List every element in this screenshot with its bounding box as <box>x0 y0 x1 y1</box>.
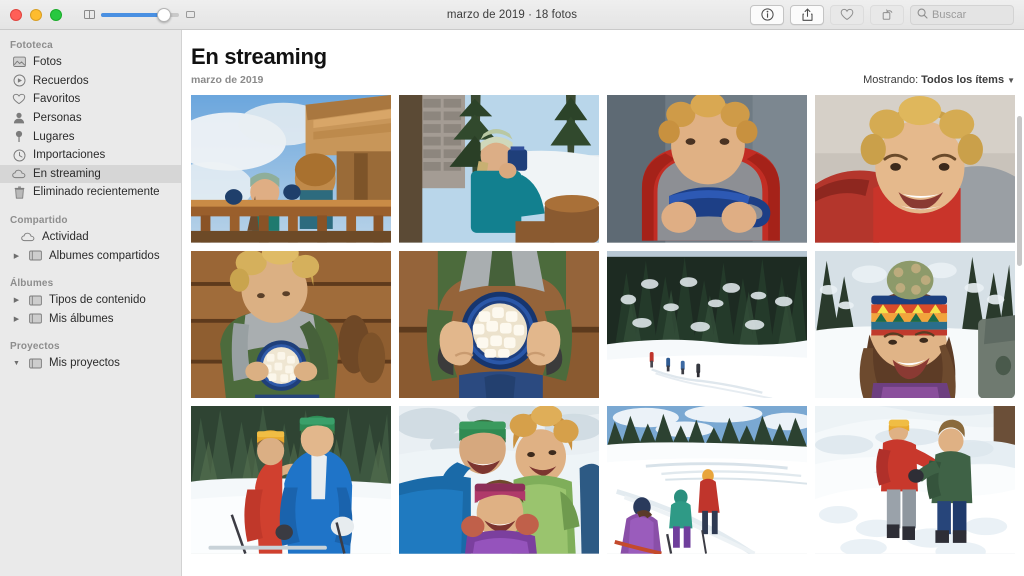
search-icon <box>917 8 928 22</box>
sidebar-item-albumes-compartidos[interactable]: ▶ Álbumes compartidos <box>0 246 181 265</box>
sidebar-item-importaciones[interactable]: Importaciones <box>0 146 181 165</box>
sidebar-item-recuerdos[interactable]: Recuerdos <box>0 72 181 91</box>
photo-grid <box>191 95 1015 554</box>
sidebar-item-eliminado-recientemente[interactable]: Eliminado recientemente <box>0 183 181 202</box>
sidebar-section-header: Proyectos <box>10 341 60 353</box>
filter-dropdown[interactable]: Mostrando: Todos los ítems ▼ <box>863 74 1015 86</box>
sidebar-item-label: Fotos <box>33 56 62 69</box>
photo-thumbnail[interactable] <box>191 95 391 243</box>
album-icon <box>28 312 42 326</box>
subtitle-row: marzo de 2019 Mostrando: Todos los ítems… <box>191 74 1015 86</box>
minimize-button[interactable] <box>30 8 42 21</box>
sidebar-item-favoritos[interactable]: Favoritos <box>0 90 181 109</box>
search-field[interactable]: Buscar <box>910 4 1014 25</box>
sidebar-item-label: En streaming <box>33 167 101 180</box>
sidebar-item-tipos-de-contenido[interactable]: ▶ Tipos de contenido <box>0 291 181 310</box>
disclosure-triangle-collapsed-icon[interactable]: ▶ <box>12 296 21 304</box>
close-button[interactable] <box>10 8 22 21</box>
thumbnail-size-slider[interactable] <box>84 7 196 22</box>
sidebar-item-label: Favoritos <box>33 93 81 106</box>
album-icon <box>28 356 42 370</box>
sidebar-section-header: Álbumes <box>10 277 54 289</box>
sidebar-item-label: Álbumes compartidos <box>49 249 160 262</box>
search-placeholder: Buscar <box>932 8 967 21</box>
title-bar: marzo de 2019 · 18 fotos Buscar <box>0 0 1024 30</box>
sidebar-item-label: Importaciones <box>33 149 106 162</box>
share-button[interactable] <box>790 4 824 25</box>
cloud-icon <box>12 167 26 181</box>
sidebar-item-label: Mis proyectos <box>49 357 120 370</box>
heart-icon <box>12 92 26 106</box>
photo-thumbnail[interactable] <box>607 95 807 243</box>
sidebar-item-mis-albumes[interactable]: ▶ Mis álbumes <box>0 310 181 329</box>
sidebar-item-label: Personas <box>33 112 82 125</box>
slider-track[interactable] <box>101 7 179 22</box>
filter-value: Todos los ítems <box>921 74 1005 86</box>
pin-icon <box>12 130 26 144</box>
photo-thumbnail[interactable] <box>815 250 1015 399</box>
large-grid-icon <box>185 10 196 19</box>
photo-content-area: En streaming marzo de 2019 Mostrando: To… <box>182 30 1024 576</box>
sidebar-item-label: Tipos de contenido <box>49 294 146 307</box>
page-title: En streaming <box>191 44 327 69</box>
sidebar-item-personas[interactable]: Personas <box>0 109 181 128</box>
sidebar-item-lugares[interactable]: Lugares <box>0 127 181 146</box>
photos-icon <box>12 55 26 69</box>
sidebar-item-fotos[interactable]: Fotos <box>0 53 181 72</box>
slider-fill <box>101 12 164 17</box>
sidebar-item-mis-proyectos[interactable]: ▼ Mis proyectos <box>0 354 181 373</box>
disclosure-triangle-collapsed-icon[interactable]: ▶ <box>12 252 21 260</box>
favorite-button[interactable] <box>830 4 864 25</box>
sidebar-item-label: Actividad <box>42 231 89 244</box>
disclosure-triangle-expanded-icon[interactable]: ▼ <box>12 360 21 367</box>
photos-window: marzo de 2019 · 18 fotos Buscar Fototeca… <box>0 0 1024 576</box>
sidebar-item-label: Lugares <box>33 130 75 143</box>
cloud-icon <box>21 230 35 244</box>
vertical-scrollbar[interactable] <box>1017 116 1022 266</box>
filter-prefix: Mostrando: <box>863 74 919 86</box>
album-icon <box>28 249 42 263</box>
chevron-down-icon: ▼ <box>1007 75 1015 85</box>
info-button[interactable] <box>750 4 784 25</box>
sidebar-item-label: Recuerdos <box>33 74 89 87</box>
photo-thumbnail[interactable] <box>399 250 599 399</box>
small-grid-icon <box>84 10 95 19</box>
disclosure-triangle-collapsed-icon[interactable]: ▶ <box>12 315 21 323</box>
content-header: En streaming marzo de 2019 Mostrando: To… <box>191 30 1015 86</box>
photo-thumbnail[interactable] <box>607 250 807 399</box>
photo-thumbnail[interactable] <box>399 95 599 243</box>
album-icon <box>28 293 42 307</box>
photo-thumbnail[interactable] <box>191 406 391 554</box>
window-body: Fototeca Fotos Recuerdos Favoritos Perso… <box>0 30 1024 576</box>
toolbar-actions: Buscar <box>750 4 1024 25</box>
sidebar-item-actividad[interactable]: Actividad <box>0 228 181 247</box>
sidebar-section-header: Fototeca <box>10 40 53 51</box>
photo-thumbnail[interactable] <box>191 250 391 399</box>
sidebar-section-header: Compartido <box>10 214 68 226</box>
page-subtitle: marzo de 2019 <box>191 74 264 86</box>
trash-icon <box>12 185 26 199</box>
clock-icon <box>12 148 26 162</box>
rotate-button[interactable] <box>870 4 904 25</box>
sidebar-item-en-streaming[interactable]: En streaming <box>0 164 181 184</box>
photo-thumbnail[interactable] <box>607 406 807 554</box>
memories-icon <box>12 74 26 88</box>
traffic-lights <box>0 8 62 21</box>
photo-thumbnail[interactable] <box>815 406 1015 554</box>
sidebar: Fototeca Fotos Recuerdos Favoritos Perso… <box>0 30 182 576</box>
sidebar-item-label: Eliminado recientemente <box>33 186 160 199</box>
photo-thumbnail[interactable] <box>399 406 599 554</box>
photo-thumbnail[interactable] <box>815 95 1015 243</box>
zoom-button[interactable] <box>50 8 62 21</box>
sidebar-item-label: Mis álbumes <box>49 312 114 325</box>
person-icon <box>12 111 26 125</box>
slider-knob[interactable] <box>157 7 171 22</box>
